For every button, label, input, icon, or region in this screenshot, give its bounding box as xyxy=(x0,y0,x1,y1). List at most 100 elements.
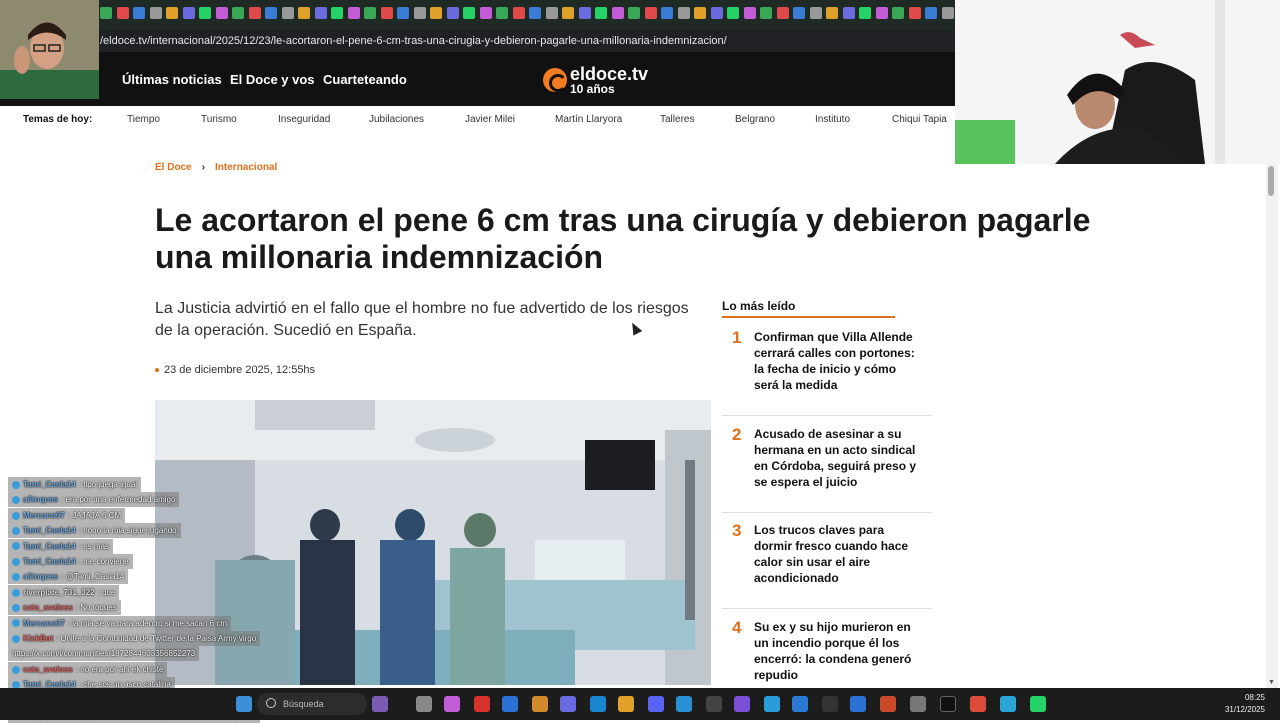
tab-favicon-icon[interactable] xyxy=(727,7,739,19)
copilot-icon[interactable] xyxy=(444,696,460,712)
widget-icon[interactable] xyxy=(372,696,388,712)
chat-username[interactable]: KickBot xyxy=(23,634,53,643)
topic-link[interactable]: Tiempo xyxy=(127,114,160,125)
tab-favicon-icon[interactable] xyxy=(347,7,360,19)
breadcrumb-home[interactable]: El Doce xyxy=(155,162,192,173)
topic-link[interactable]: Chiqui Tapia xyxy=(892,114,947,125)
app-icon[interactable] xyxy=(706,696,722,712)
breadcrumb-section[interactable]: Internacional xyxy=(215,162,277,173)
chat-username[interactable]: Tami_Casla14 xyxy=(23,542,76,551)
chat-username[interactable]: riverplate_731_322 xyxy=(23,588,95,597)
task-view-icon[interactable] xyxy=(416,696,432,712)
edge-icon[interactable] xyxy=(590,696,606,712)
scroll-down-arrow-icon[interactable]: ▼ xyxy=(1268,679,1275,686)
tab-favicon-icon[interactable] xyxy=(941,7,954,19)
tab-favicon-icon[interactable] xyxy=(248,7,261,19)
app-icon[interactable] xyxy=(676,696,692,712)
app-icon[interactable] xyxy=(764,696,780,712)
topic-link[interactable]: Inseguridad xyxy=(278,114,330,125)
tab-favicon-icon[interactable] xyxy=(793,7,805,19)
chat-username[interactable]: Mercano07 xyxy=(23,511,65,520)
most-read-text[interactable]: Acusado de asesinar a su hermana en un a… xyxy=(754,426,924,490)
page-scrollbar[interactable]: ▼ xyxy=(1266,164,1278,688)
chat-username[interactable]: a3toques xyxy=(23,495,58,504)
topic-link[interactable]: Jubilaciones xyxy=(369,114,424,125)
terminal-icon[interactable] xyxy=(940,696,956,712)
tab-favicon-icon[interactable] xyxy=(166,7,178,19)
app-icon[interactable] xyxy=(880,696,896,712)
most-read-item[interactable]: 3 Los trucos claves para dormir fresco c… xyxy=(722,521,932,609)
whatsapp-icon[interactable] xyxy=(1030,696,1046,712)
tab-favicon-icon[interactable] xyxy=(182,7,195,19)
opera-icon[interactable] xyxy=(474,696,490,712)
tab-favicon-icon[interactable] xyxy=(281,7,294,19)
app-icon[interactable] xyxy=(850,696,866,712)
topic-link[interactable]: Instituto xyxy=(815,114,850,125)
tab-favicon-icon[interactable] xyxy=(512,7,525,19)
tab-favicon-icon[interactable] xyxy=(743,7,756,19)
tab-favicon-icon[interactable] xyxy=(809,7,822,19)
tab-favicon-icon[interactable] xyxy=(116,7,129,19)
chat-username[interactable]: Mercano07 xyxy=(23,619,65,628)
tab-favicon-icon[interactable] xyxy=(776,7,789,19)
chat-username[interactable]: Tami_Casla14 xyxy=(23,526,76,535)
notepad-icon[interactable] xyxy=(792,696,808,712)
tab-favicon-icon[interactable] xyxy=(694,7,706,19)
chat-username[interactable]: cata_avaloss xyxy=(23,665,73,674)
tab-favicon-icon[interactable] xyxy=(595,7,607,19)
most-read-text[interactable]: Confirman que Villa Allende cerrará call… xyxy=(754,329,924,393)
most-read-item[interactable]: 2 Acusado de asesinar a su hermana en un… xyxy=(722,425,932,513)
tab-favicon-icon[interactable] xyxy=(215,7,228,19)
scrollbar-thumb[interactable] xyxy=(1268,166,1274,196)
store-icon[interactable] xyxy=(502,696,518,712)
taskbar-search[interactable]: Búsqueda xyxy=(257,693,367,715)
tab-favicon-icon[interactable] xyxy=(760,7,772,19)
app-icon[interactable] xyxy=(560,696,576,712)
tab-favicon-icon[interactable] xyxy=(446,7,459,19)
tab-favicon-icon[interactable] xyxy=(133,7,145,19)
tab-favicon-icon[interactable] xyxy=(661,7,673,19)
discord-icon[interactable] xyxy=(648,696,664,712)
address-url[interactable]: /eldoce.tv/internacional/2025/12/23/le-a… xyxy=(100,35,727,47)
file-explorer-icon[interactable] xyxy=(532,696,548,712)
tab-favicon-icon[interactable] xyxy=(479,7,492,19)
tab-favicon-icon[interactable] xyxy=(232,7,244,19)
taskbar-clock[interactable]: 08:25 31/12/2025 xyxy=(1215,692,1265,716)
tab-favicon-icon[interactable] xyxy=(925,7,937,19)
tab-favicon-icon[interactable] xyxy=(496,7,508,19)
tab-favicon-icon[interactable] xyxy=(842,7,855,19)
chat-username[interactable]: Tami_Casla14 xyxy=(23,480,76,489)
tab-favicon-icon[interactable] xyxy=(644,7,657,19)
vlc-icon[interactable] xyxy=(618,696,634,712)
app-icon[interactable] xyxy=(1000,696,1016,712)
most-read-item[interactable]: 4 Su ex y su hijo murieron en un incendi… xyxy=(722,618,932,688)
tab-favicon-icon[interactable] xyxy=(578,7,591,19)
chrome-icon[interactable] xyxy=(970,696,986,712)
topic-link[interactable]: Belgrano xyxy=(735,114,775,125)
tab-favicon-icon[interactable] xyxy=(149,7,162,19)
topic-link[interactable]: Martín Llaryora xyxy=(555,114,622,125)
address-bar[interactable]: /eldoce.tv/internacional/2025/12/23/le-a… xyxy=(0,30,955,52)
nav-el-doce-y-vos[interactable]: El Doce y vos xyxy=(230,72,315,87)
most-read-text[interactable]: Los trucos claves para dormir fresco cua… xyxy=(754,522,924,586)
tab-favicon-icon[interactable] xyxy=(397,7,409,19)
tab-favicon-icon[interactable] xyxy=(380,7,393,19)
tab-favicon-icon[interactable] xyxy=(628,7,640,19)
tab-favicon-icon[interactable] xyxy=(908,7,921,19)
tab-favicon-icon[interactable] xyxy=(314,7,327,19)
tab-favicon-icon[interactable] xyxy=(562,7,574,19)
topic-link[interactable]: Talleres xyxy=(660,114,694,125)
tab-favicon-icon[interactable] xyxy=(859,7,871,19)
tab-favicon-icon[interactable] xyxy=(331,7,343,19)
most-read-text[interactable]: Su ex y su hijo murieron en un incendio … xyxy=(754,619,924,683)
topic-link[interactable]: Javier Milei xyxy=(465,114,515,125)
tab-favicon-icon[interactable] xyxy=(463,7,475,19)
tab-favicon-icon[interactable] xyxy=(529,7,541,19)
tab-favicon-icon[interactable] xyxy=(199,7,211,19)
tab-favicon-icon[interactable] xyxy=(710,7,723,19)
chat-username[interactable]: Tami_Casla14 xyxy=(23,557,76,566)
tab-favicon-icon[interactable] xyxy=(298,7,310,19)
tab-favicon-icon[interactable] xyxy=(545,7,558,19)
chat-username[interactable]: a3toques xyxy=(23,572,58,581)
tab-favicon-icon[interactable] xyxy=(413,7,426,19)
